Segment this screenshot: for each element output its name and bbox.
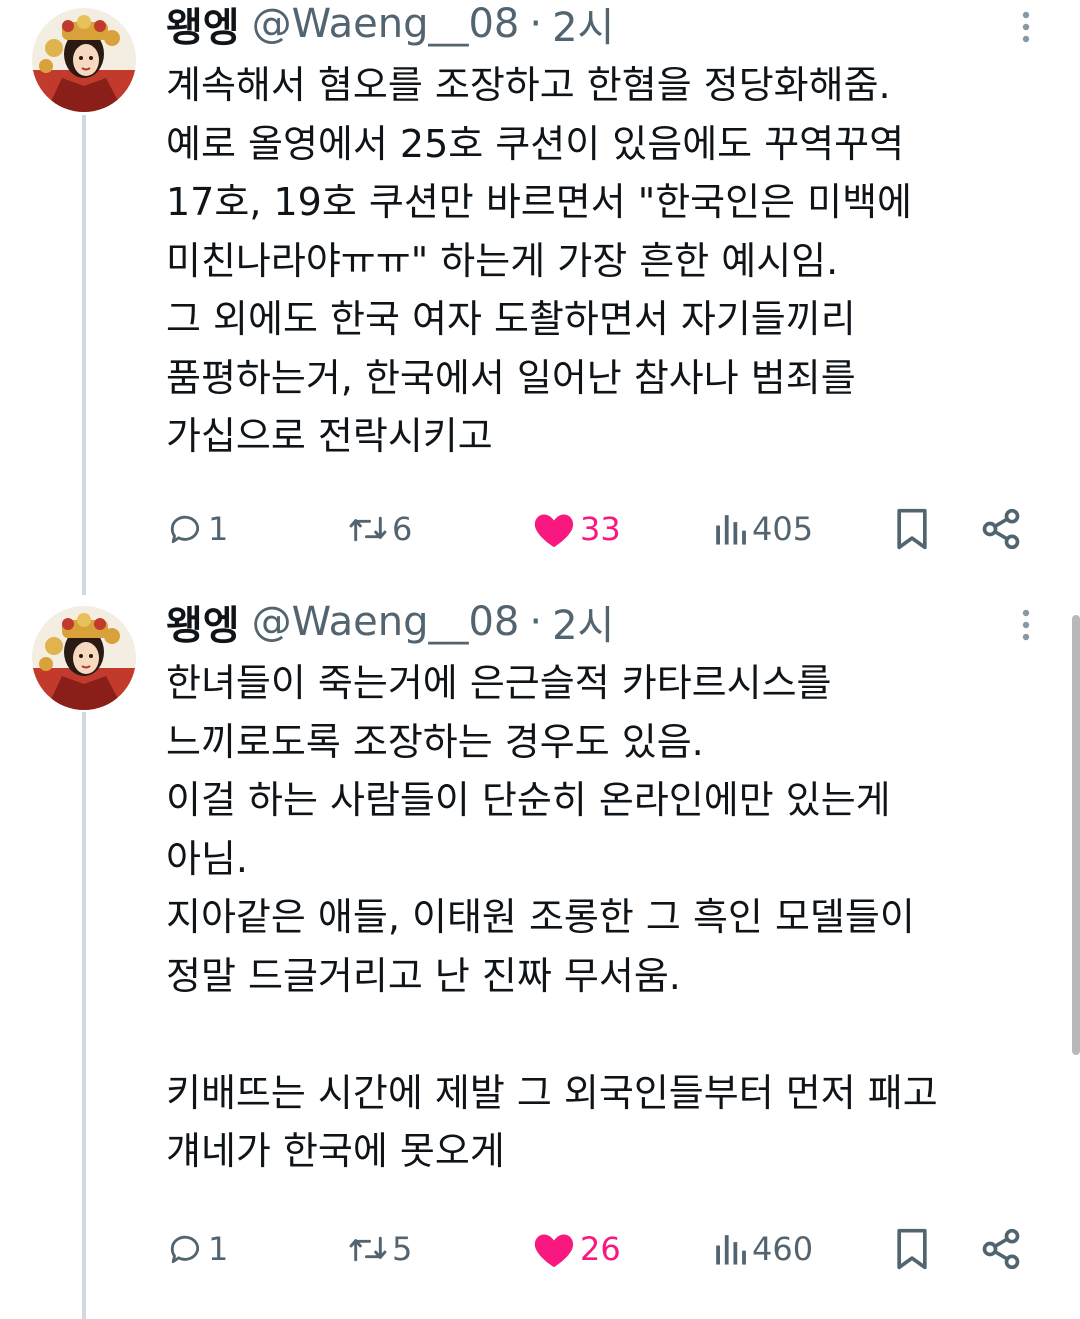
retweet-count: 5 bbox=[392, 1230, 413, 1268]
share-button[interactable] bbox=[979, 502, 1023, 556]
like-button[interactable]: 33 bbox=[532, 502, 621, 556]
views-count: 405 bbox=[752, 510, 814, 548]
share-button[interactable] bbox=[979, 1222, 1023, 1276]
tweet-text-line: 키배뜨는 시간에 제발 그 외국인들부터 먼저 패고 bbox=[166, 1070, 938, 1115]
separator: · bbox=[529, 1, 543, 47]
like-button[interactable]: 26 bbox=[532, 1222, 621, 1276]
user-handle[interactable]: @Waeng__08 bbox=[252, 1, 520, 47]
views-button[interactable]: 405 bbox=[712, 502, 813, 556]
bookmark-button[interactable] bbox=[893, 1222, 931, 1276]
tweet-header: 왱엥 @Waeng__08 · 2시 bbox=[166, 598, 614, 649]
display-name[interactable]: 왱엥 bbox=[166, 0, 240, 53]
retweet-button[interactable]: 6 bbox=[348, 502, 412, 556]
heart-filled-icon bbox=[534, 1234, 574, 1268]
retweet-button[interactable]: 5 bbox=[348, 1222, 412, 1276]
views-count: 460 bbox=[752, 1230, 814, 1268]
tweet-text-line: 정말 드글거리고 난 진짜 무서움. bbox=[166, 953, 681, 998]
tweet-text-line: 지아같은 애들, 이태원 조롱한 그 흑인 모델들이 bbox=[166, 895, 915, 939]
avatar[interactable] bbox=[32, 8, 136, 112]
views-icon bbox=[716, 515, 746, 545]
like-count: 26 bbox=[580, 1230, 621, 1268]
tweet-text-line: 아님. bbox=[166, 836, 248, 881]
tweet-text-line: 한녀들이 죽는거에 은근슬적 카타르시스를 bbox=[166, 661, 832, 705]
like-count: 33 bbox=[580, 510, 621, 548]
tweet-text-line: 예로 올영에서 25호 쿠션이 있음에도 꾸역꾸역 bbox=[166, 121, 905, 166]
retweet-count: 6 bbox=[392, 510, 413, 548]
tweet-text: 계속해서 혐오를 조장하고 한혐을 정당화해줌. 예로 올영에서 25호 쿠션이… bbox=[166, 56, 1056, 466]
views-icon bbox=[716, 1235, 746, 1265]
avatar[interactable] bbox=[32, 606, 136, 710]
tweet-text-line: 그 외에도 한국 여자 도촬하면서 자기들끼리 bbox=[166, 297, 856, 341]
bookmark-icon bbox=[897, 1228, 927, 1270]
share-icon bbox=[982, 1228, 1020, 1270]
reply-button[interactable]: 1 bbox=[166, 1222, 228, 1276]
views-button[interactable]: 460 bbox=[712, 1222, 813, 1276]
tweet-header: 왱엥 @Waeng__08 · 2시 bbox=[166, 0, 614, 51]
heart-filled-icon bbox=[534, 514, 574, 548]
bookmark-button[interactable] bbox=[893, 502, 931, 556]
retweet-icon bbox=[349, 1236, 387, 1262]
separator: · bbox=[529, 599, 543, 645]
display-name[interactable]: 왱엥 bbox=[166, 593, 240, 651]
user-handle[interactable]: @Waeng__08 bbox=[252, 599, 520, 645]
tweet-text-line: 품평하는거, 한국에서 일어난 참사나 범죄를 bbox=[166, 355, 856, 400]
tweet-actions: 1 5 26 460 bbox=[0, 1222, 1080, 1276]
share-icon bbox=[982, 508, 1020, 550]
reply-button[interactable]: 1 bbox=[166, 502, 228, 556]
tweet-text: 한녀들이 죽는거에 은근슬적 카타르시스를 느끼로도록 조장하는 경우도 있음.… bbox=[166, 654, 1056, 1181]
reply-count: 1 bbox=[208, 510, 229, 548]
timestamp[interactable]: 2시 bbox=[552, 593, 614, 651]
tweet-text-line: 가십으로 전락시키고 bbox=[166, 414, 493, 458]
reply-count: 1 bbox=[208, 1230, 229, 1268]
tweet-text-line: 이걸 하는 사람들이 단순히 온라인에만 있는게 bbox=[166, 778, 891, 822]
tweet-text-line: 17호, 19호 쿠션만 바르면서 "한국인은 미백에 bbox=[166, 180, 913, 224]
reply-icon bbox=[170, 1235, 200, 1264]
tweet-text-line: 미친나라야ㅠㅠ" 하는게 가장 흔한 예시임. bbox=[166, 238, 839, 283]
timestamp[interactable]: 2시 bbox=[552, 0, 614, 53]
reply-icon bbox=[170, 515, 200, 544]
tweet-text-line: 걔네가 한국에 못오게 bbox=[166, 1129, 505, 1173]
retweet-icon bbox=[349, 516, 387, 542]
more-vertical-icon[interactable] bbox=[1018, 608, 1034, 642]
more-vertical-icon[interactable] bbox=[1018, 10, 1034, 44]
tweet-text-line: 계속해서 혐오를 조장하고 한혐을 정당화해줌. bbox=[166, 63, 891, 107]
scrollbar-thumb[interactable] bbox=[1072, 615, 1080, 1055]
tweet-text-line: 느끼로도록 조장하는 경우도 있음. bbox=[166, 719, 704, 764]
tweet-actions: 1 6 33 405 bbox=[0, 502, 1080, 556]
tweet-text-line bbox=[166, 1005, 1056, 1064]
bookmark-icon bbox=[897, 508, 927, 550]
